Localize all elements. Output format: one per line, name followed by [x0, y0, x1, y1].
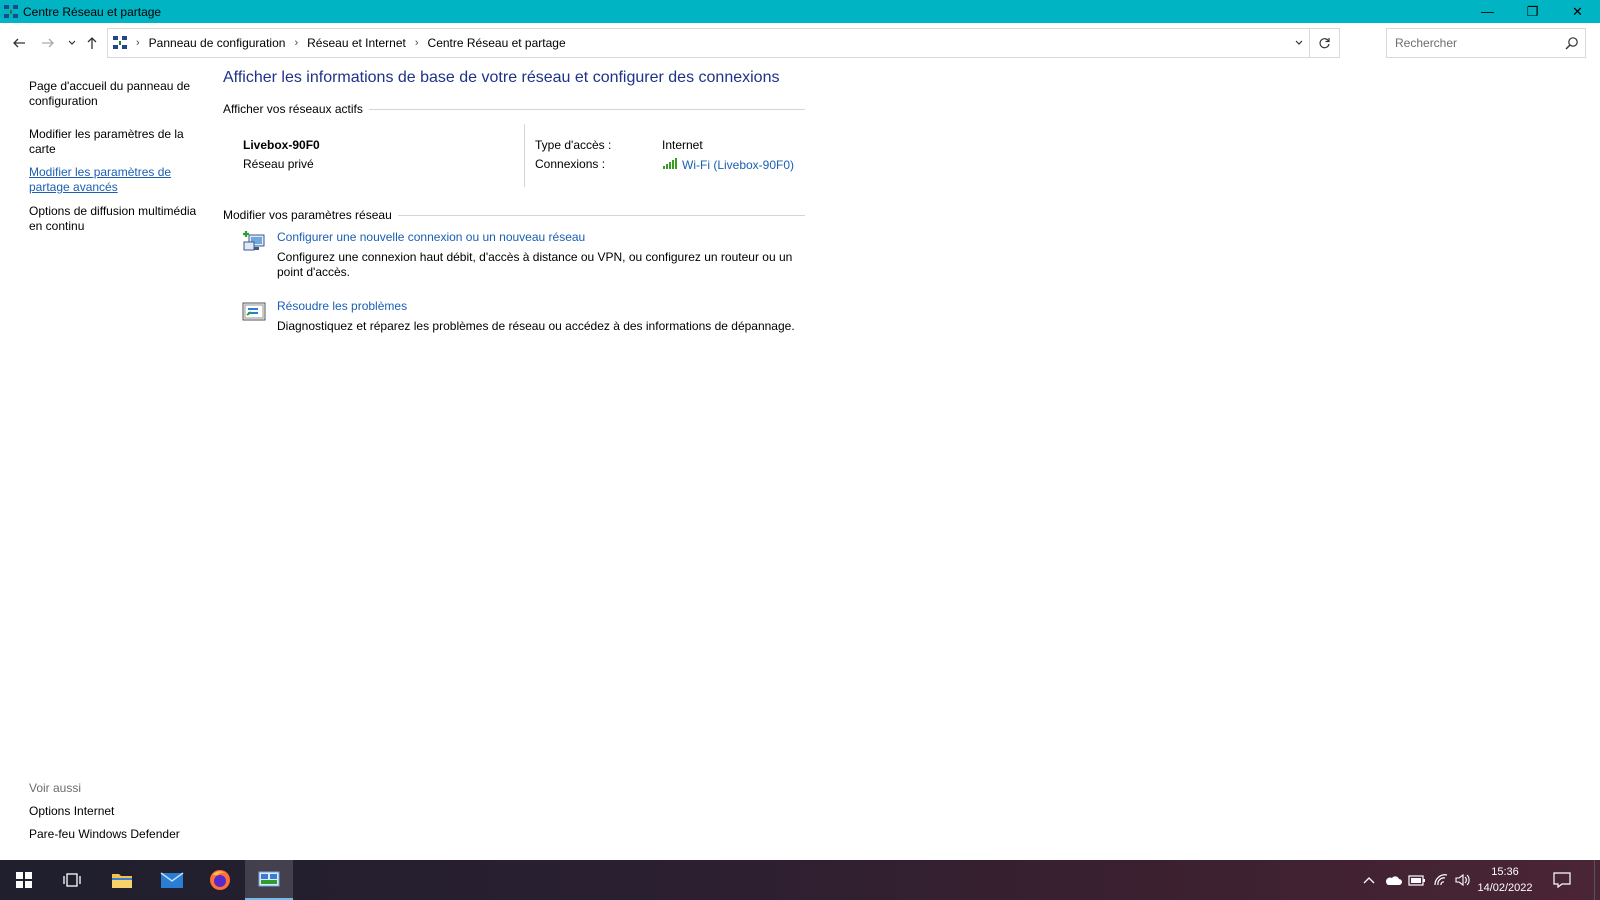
chevron-up-icon [1363, 877, 1375, 884]
forward-button[interactable] [39, 34, 57, 52]
troubleshoot-icon [241, 299, 267, 325]
show-desktop-button[interactable] [1594, 860, 1600, 900]
breadcrumb-network-internet[interactable]: Réseau et Internet [307, 36, 406, 50]
wifi-connection-link[interactable]: Wi-Fi (Livebox-90F0) [662, 157, 794, 172]
breadcrumb-separator[interactable]: › [294, 37, 298, 49]
wifi-tray-button[interactable] [1430, 860, 1452, 900]
sidebar-link-control-panel-home[interactable]: Page d'accueil du panneau de configurati… [29, 79, 199, 109]
network-vertical-divider [524, 124, 525, 187]
address-history-button[interactable] [1291, 35, 1307, 51]
network-center-icon [258, 871, 280, 887]
navigation-bar: › Panneau de configuration › Réseau et I… [0, 23, 1600, 63]
up-button[interactable] [83, 34, 101, 52]
sidebar-link-adapter-settings[interactable]: Modifier les paramètres de la carte [29, 127, 199, 157]
recent-locations-button[interactable] [63, 34, 81, 52]
wifi-signal-icon [662, 157, 678, 172]
folder-icon [112, 874, 132, 888]
chevron-down-icon [68, 40, 76, 45]
network-center-taskbar-button[interactable] [245, 860, 293, 900]
taskbar-clock[interactable]: 15:36 14/02/2022 [1470, 864, 1540, 896]
start-button[interactable] [0, 860, 48, 900]
troubleshoot-description: Diagnostiquez et réparez les problèmes d… [277, 319, 795, 333]
see-also-internet-options[interactable]: Options Internet [29, 804, 114, 818]
network-type: Réseau privé [243, 157, 314, 171]
restore-button[interactable]: ❐ [1510, 0, 1555, 23]
search-input[interactable] [1395, 36, 1555, 50]
search-icon[interactable] [1565, 36, 1579, 50]
notification-icon [1553, 872, 1571, 889]
breadcrumb-network-center[interactable]: Centre Réseau et partage [428, 36, 566, 50]
active-networks-title: Afficher vos réseaux actifs [223, 102, 369, 116]
network-center-icon [3, 4, 19, 20]
wifi-connection-label[interactable]: Wi-Fi (Livebox-90F0) [682, 158, 794, 172]
sidebar-link-media-streaming[interactable]: Options de diffusion multimédia en conti… [29, 204, 199, 234]
wifi-icon [1434, 874, 1448, 886]
search-box[interactable] [1386, 28, 1586, 58]
task-view-button[interactable] [48, 860, 96, 900]
cloud-icon [1385, 875, 1402, 885]
see-also-heading: Voir aussi [29, 781, 82, 795]
taskbar: 15:36 14/02/2022 [0, 860, 1600, 900]
new-connection-description: Configurez une connexion haut débit, d'a… [277, 250, 793, 279]
firefox-icon [210, 870, 230, 890]
breadcrumb-separator[interactable]: › [415, 37, 419, 49]
task-view-icon [63, 873, 81, 887]
windows-logo-icon [16, 872, 32, 888]
file-explorer-button[interactable] [98, 860, 146, 900]
window-title: Centre Réseau et partage [23, 4, 162, 19]
new-connection-icon [241, 230, 267, 256]
minimize-button[interactable]: — [1465, 0, 1510, 23]
action-center-button[interactable] [1552, 870, 1572, 890]
refresh-button[interactable] [1309, 29, 1339, 57]
mail-icon [160, 872, 184, 888]
access-type-label: Type d'accès : [535, 138, 612, 152]
new-connection-link[interactable]: Configurer une nouvelle connexion ou un … [277, 230, 585, 244]
title-bar[interactable]: Centre Réseau et partage — ❐ ✕ [0, 0, 1600, 23]
close-button[interactable]: ✕ [1555, 0, 1600, 23]
left-navigation-pane: Page d'accueil du panneau de configurati… [0, 63, 210, 860]
control-panel-icon [112, 35, 128, 51]
troubleshoot-link[interactable]: Résoudre les problèmes [277, 299, 407, 313]
firefox-button[interactable] [196, 860, 244, 900]
see-also-windows-firewall[interactable]: Pare-feu Windows Defender [29, 827, 180, 841]
connections-label: Connexions : [535, 157, 606, 171]
clock-time: 15:36 [1491, 866, 1519, 878]
modify-settings-title: Modifier vos paramètres réseau [223, 208, 398, 222]
network-name: Livebox-90F0 [243, 138, 320, 152]
speaker-icon [1455, 873, 1470, 887]
refresh-icon [1319, 37, 1330, 48]
battery-icon [1408, 875, 1425, 886]
arrow-left-icon [13, 38, 25, 48]
chevron-down-icon [1295, 40, 1303, 45]
show-hidden-icons-button[interactable] [1360, 860, 1378, 900]
back-button[interactable] [10, 34, 28, 52]
sidebar-link-advanced-sharing[interactable]: Modifier les paramètres de partage avanc… [29, 165, 199, 195]
onedrive-tray-button[interactable] [1382, 860, 1404, 900]
mail-button[interactable] [148, 860, 196, 900]
arrow-up-icon [87, 37, 97, 49]
page-title: Afficher les informations de base de vot… [223, 69, 780, 86]
arrow-right-icon [42, 38, 54, 48]
battery-tray-button[interactable] [1406, 860, 1428, 900]
breadcrumb-separator[interactable]: › [136, 37, 140, 49]
clock-date: 14/02/2022 [1477, 882, 1533, 894]
breadcrumb-control-panel[interactable]: Panneau de configuration [149, 36, 286, 50]
address-bar[interactable]: › Panneau de configuration › Réseau et I… [107, 28, 1340, 58]
access-type-value: Internet [662, 138, 703, 152]
